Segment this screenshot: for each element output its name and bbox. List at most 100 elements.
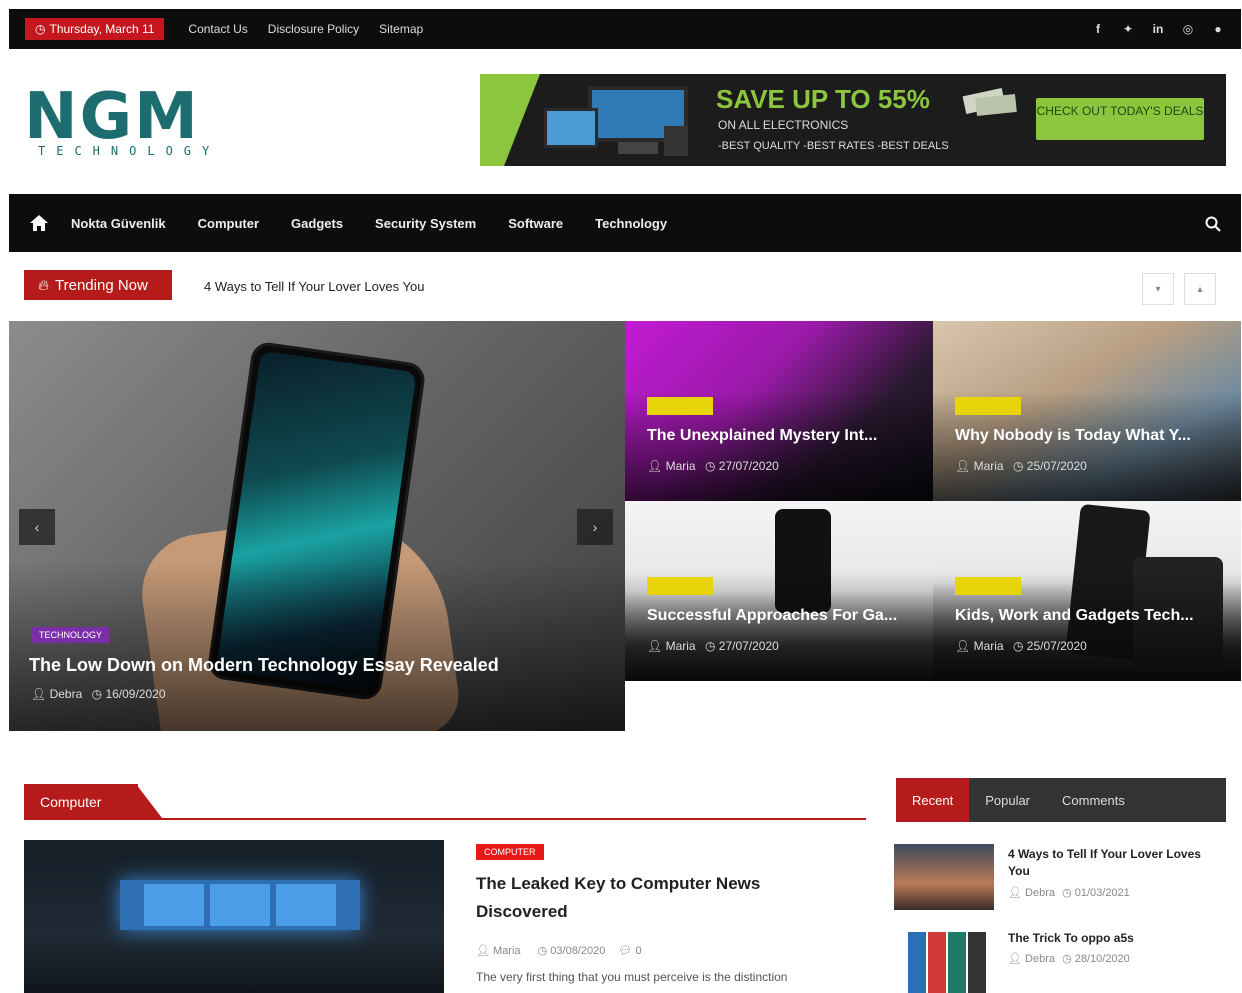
tile-category-badge[interactable]: [647, 397, 713, 415]
post-date: 01/03/2021: [1074, 887, 1130, 899]
tile-author[interactable]: Maria: [666, 639, 696, 653]
pinterest-icon[interactable]: ●: [1211, 22, 1225, 36]
featured-tile[interactable]: Successful Approaches For Ga... 👤︎ Maria…: [625, 501, 933, 681]
linkedin-icon[interactable]: in: [1151, 22, 1165, 36]
main-nav: Nokta Güvenlik Computer Gadgets Security…: [9, 194, 1241, 252]
search-icon[interactable]: [1205, 216, 1221, 232]
computer-section-header: Computer: [24, 784, 866, 820]
banner-features: -BEST QUALITY -BEST RATES -BEST DEALS: [718, 140, 949, 152]
section-heading[interactable]: Computer: [24, 784, 138, 818]
nav-item-security-system[interactable]: Security System: [375, 216, 476, 231]
facebook-icon[interactable]: f: [1091, 22, 1105, 36]
clock-icon: ◷: [35, 22, 46, 36]
user-icon: 👤︎: [1008, 953, 1022, 965]
post-thumbnail[interactable]: [908, 928, 994, 993]
tab-popular[interactable]: Popular: [969, 778, 1046, 822]
post-date: 03/08/2020: [550, 945, 606, 957]
computer-category-badge[interactable]: COMPUTER: [476, 844, 544, 860]
featured-tile[interactable]: Why Nobody is Today What Y... 👤︎ Maria ◷…: [933, 321, 1241, 501]
nav-item-nokta-guvenlik[interactable]: Nokta Güvenlik: [71, 216, 166, 231]
money-icon: [962, 88, 1017, 117]
tile-category-badge[interactable]: [955, 577, 1021, 595]
tile-meta: 👤︎ Maria ◷ 25/07/2020: [955, 639, 1087, 653]
clock-icon: ◷: [1062, 953, 1072, 965]
computer-post-title[interactable]: The Leaked Key to Computer News Discover…: [476, 870, 806, 926]
sidebar-post-title[interactable]: 4 Ways to Tell If Your Lover Loves You: [1008, 846, 1218, 880]
tile-date: 27/07/2020: [718, 639, 779, 653]
nav-item-computer[interactable]: Computer: [198, 216, 259, 231]
top-links: Contact Us Disclosure Policy Sitemap: [188, 22, 423, 36]
trending-headline[interactable]: 4 Ways to Tell If Your Lover Loves You: [204, 279, 424, 294]
post-author[interactable]: Debra: [1025, 887, 1055, 899]
tile-date: 27/07/2020: [718, 459, 779, 473]
comment-icon: 💬︎: [618, 945, 633, 957]
tile-author[interactable]: Maria: [666, 459, 696, 473]
top-link-contact[interactable]: Contact Us: [188, 22, 247, 36]
computer-post-image[interactable]: [24, 840, 444, 993]
tab-comments[interactable]: Comments: [1046, 778, 1141, 822]
social-links: f ✦ in ◎ ●: [1091, 22, 1225, 36]
date-text: Thursday, March 11: [49, 22, 155, 36]
tile-author[interactable]: Maria: [974, 639, 1004, 653]
hero-slide[interactable]: ‹ › TECHNOLOGY The Low Down on Modern Te…: [9, 321, 625, 731]
nav-item-gadgets[interactable]: Gadgets: [291, 216, 343, 231]
hero-title[interactable]: The Low Down on Modern Technology Essay …: [29, 655, 499, 676]
sidebar-post[interactable]: 4 Ways to Tell If Your Lover Loves You 👤…: [894, 844, 1230, 914]
banner-subtitle: ON ALL ELECTRONICS: [718, 118, 849, 132]
top-link-disclosure[interactable]: Disclosure Policy: [268, 22, 359, 36]
flame-icon: 🔥︎: [38, 276, 50, 294]
clock-icon: ◷: [704, 459, 716, 473]
home-icon[interactable]: [29, 214, 49, 232]
chevron-right-icon: ›: [592, 519, 598, 535]
clock-icon: ◷: [1012, 639, 1024, 653]
hero-category-badge[interactable]: TECHNOLOGY: [31, 627, 111, 643]
site-logo[interactable]: NGM TECHNOLOGY: [24, 80, 276, 160]
tile-title[interactable]: Why Nobody is Today What Y...: [955, 427, 1191, 445]
sidebar-post-meta: 👤︎ Debra ◷ 28/10/2020: [1008, 952, 1130, 965]
sidebar-post-title[interactable]: The Trick To oppo a5s: [1008, 930, 1218, 947]
hero-meta: 👤︎ Debra ◷ 16/09/2020: [31, 687, 166, 701]
clock-icon: ◷: [91, 687, 103, 701]
trending-next-button[interactable]: ▴: [1184, 273, 1216, 305]
post-thumbnail[interactable]: [894, 844, 994, 910]
sidebar-tabs: Recent Popular Comments: [896, 778, 1226, 822]
post-author[interactable]: Debra: [1025, 953, 1055, 965]
tile-category-badge[interactable]: [955, 397, 1021, 415]
computer-post-meta: 👤︎ Maria ◷ 03/08/2020 💬︎ 0: [476, 944, 642, 957]
tile-category-badge[interactable]: [647, 577, 713, 595]
clock-icon: ◷: [1012, 459, 1024, 473]
clock-icon: ◷: [537, 945, 548, 957]
slider-next-button[interactable]: ›: [577, 509, 613, 545]
tile-meta: 👤︎ Maria ◷ 27/07/2020: [647, 639, 779, 653]
post-author[interactable]: Maria: [493, 945, 521, 957]
tile-title[interactable]: Kids, Work and Gadgets Tech...: [955, 607, 1194, 625]
computer-post-excerpt: The very first thing that you must perce…: [476, 970, 788, 984]
featured-tile[interactable]: Kids, Work and Gadgets Tech... 👤︎ Maria …: [933, 501, 1241, 681]
electronics-banner-ad[interactable]: SAVE UP TO 55% ON ALL ELECTRONICS -BEST …: [480, 74, 1226, 166]
top-link-sitemap[interactable]: Sitemap: [379, 22, 423, 36]
comment-count[interactable]: 0: [635, 945, 641, 957]
check-deals-button[interactable]: CHECK OUT TODAY'S DEALS: [1036, 98, 1204, 140]
sidebar-post[interactable]: The Trick To oppo a5s 👤︎ Debra ◷ 28/10/2…: [894, 928, 1230, 993]
tile-author[interactable]: Maria: [974, 459, 1004, 473]
logo-main-text: NGM: [24, 80, 200, 154]
tab-recent[interactable]: Recent: [896, 778, 970, 822]
user-icon: 👤︎: [955, 459, 971, 473]
slider-prev-button[interactable]: ‹: [19, 509, 55, 545]
trending-label-text: Trending Now: [55, 276, 148, 294]
twitter-icon[interactable]: ✦: [1121, 22, 1135, 36]
nav-item-technology[interactable]: Technology: [595, 216, 667, 231]
tile-title[interactable]: The Unexplained Mystery Int...: [647, 427, 877, 445]
chevron-down-icon: ▾: [1155, 283, 1161, 295]
hero-author[interactable]: Debra: [50, 687, 83, 701]
nav-item-software[interactable]: Software: [508, 216, 563, 231]
user-icon: 👤︎: [647, 459, 663, 473]
featured-tile[interactable]: The Unexplained Mystery Int... 👤︎ Maria …: [625, 321, 933, 501]
tile-title[interactable]: Successful Approaches For Ga...: [647, 607, 897, 625]
trending-prev-button[interactable]: ▾: [1142, 273, 1174, 305]
user-icon: 👤︎: [1008, 887, 1022, 899]
tile-meta: 👤︎ Maria ◷ 27/07/2020: [647, 459, 779, 473]
instagram-icon[interactable]: ◎: [1181, 22, 1195, 36]
clock-icon: ◷: [704, 639, 716, 653]
devices-illustration: [544, 86, 688, 156]
